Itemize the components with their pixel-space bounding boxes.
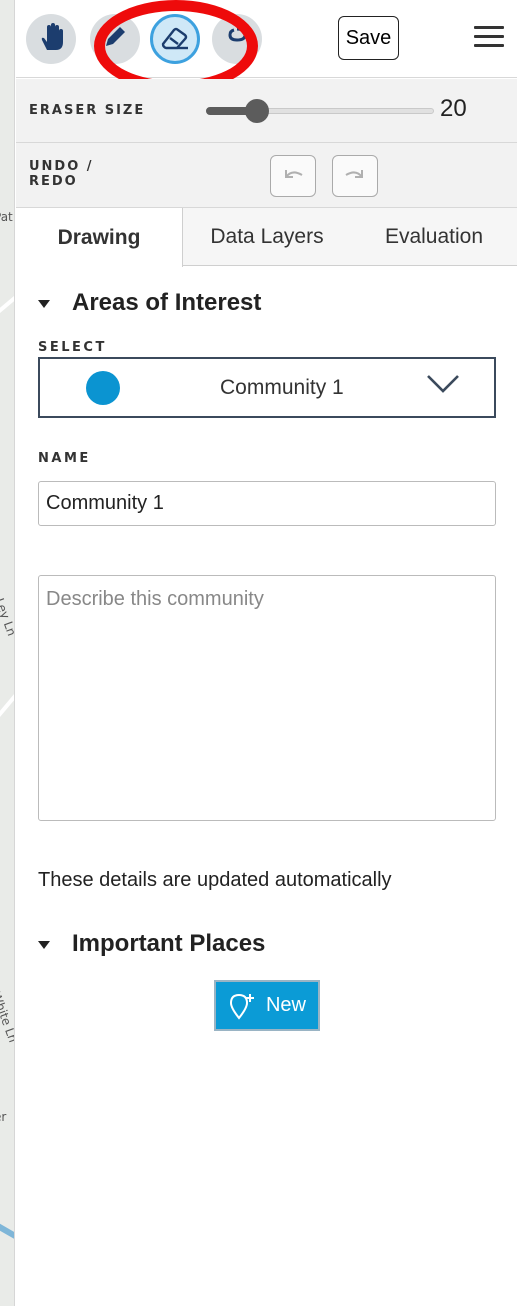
eraser-icon (160, 24, 190, 55)
pencil-tool-button[interactable] (90, 14, 140, 64)
new-place-label: New (265, 994, 306, 1016)
map-pin-plus-icon (228, 991, 258, 1021)
undo-icon (282, 167, 304, 186)
map-label: White Ln (0, 989, 15, 1045)
save-button[interactable]: Save (338, 16, 399, 60)
redo-button[interactable] (332, 155, 378, 197)
toolbar: Save (16, 0, 517, 92)
eraser-size-label: ERASER SIZE (29, 103, 146, 118)
lasso-icon (225, 25, 249, 54)
map-label: Ley Ln (0, 596, 15, 638)
autosave-note: These details are updated automatically (38, 869, 392, 891)
tab-drawing[interactable]: Drawing (16, 208, 183, 267)
community-color-dot (86, 371, 120, 405)
eraser-size-value: 20 (440, 95, 467, 122)
tab-data-layers[interactable]: Data Layers (183, 208, 351, 266)
map-label: er (0, 1110, 7, 1124)
redo-icon (344, 167, 366, 186)
eraser-tool-button[interactable] (150, 14, 200, 64)
map-background[interactable]: Pat Ley Ln White Ln er (0, 0, 15, 1306)
eraser-size-slider-thumb[interactable] (245, 99, 269, 123)
map-road (0, 685, 14, 719)
tab-evaluation[interactable]: Evaluation (351, 208, 517, 266)
pan-tool-button[interactable] (26, 14, 76, 64)
areas-of-interest-heading: Areas of Interest (72, 289, 262, 316)
map-label: Pat (0, 210, 13, 224)
caret-down-icon (38, 941, 50, 949)
description-textarea[interactable] (38, 575, 496, 821)
select-label: SELECT (38, 340, 107, 355)
map-road (0, 287, 14, 317)
hand-icon (38, 22, 64, 57)
name-label: NAME (38, 451, 91, 466)
panel-tabs: Drawing Data Layers Evaluation (16, 208, 517, 267)
important-places-toggle[interactable]: Important Places (38, 930, 265, 958)
areas-of-interest-toggle[interactable]: Areas of Interest (38, 289, 261, 317)
important-places-heading: Important Places (72, 930, 266, 957)
community-select-value: Community 1 (220, 376, 344, 399)
chevron-down-icon (426, 373, 460, 400)
caret-down-icon (38, 300, 50, 308)
pencil-icon (102, 24, 128, 55)
undo-redo-row: UNDO / REDO (16, 143, 517, 208)
lasso-tool-button[interactable] (212, 14, 262, 64)
undo-button[interactable] (270, 155, 316, 197)
community-select[interactable]: Community 1 (38, 357, 496, 418)
hamburger-icon[interactable] (474, 26, 504, 50)
new-place-button[interactable]: New (214, 980, 320, 1031)
map-road (0, 1222, 14, 1244)
undo-redo-label: UNDO / REDO (29, 159, 94, 189)
drawing-panel: Save ERASER SIZE 20 UNDO / REDO Drawing … (16, 0, 517, 1306)
name-input[interactable] (38, 481, 496, 526)
